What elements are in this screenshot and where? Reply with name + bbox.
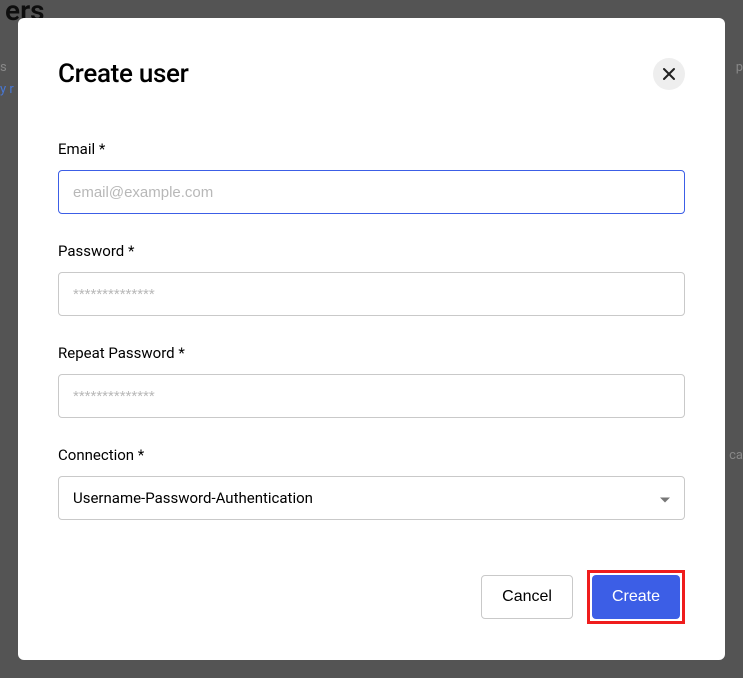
password-group: Password * <box>58 242 685 316</box>
repeat-password-label: Repeat Password * <box>58 344 685 362</box>
create-button[interactable]: Create <box>592 575 680 619</box>
email-group: Email * <box>58 140 685 214</box>
background-text-fragment: p <box>736 60 743 75</box>
close-icon <box>662 67 676 81</box>
background-text-fragment: y r <box>0 82 14 97</box>
password-field[interactable] <box>58 272 685 316</box>
connection-group: Connection * Username-Password-Authentic… <box>58 446 685 520</box>
background-text-fragment: ca <box>729 448 743 463</box>
background-text-fragment: s <box>0 60 7 75</box>
repeat-password-group: Repeat Password * <box>58 344 685 418</box>
modal-title: Create user <box>58 59 189 89</box>
create-user-modal: Create user Email * Password * Repeat Pa… <box>18 18 725 660</box>
password-label: Password * <box>58 242 685 260</box>
connection-select[interactable]: Username-Password-Authentication <box>58 476 685 520</box>
repeat-password-field[interactable] <box>58 374 685 418</box>
email-field[interactable] <box>58 170 685 214</box>
modal-footer: Cancel Create <box>58 570 685 624</box>
modal-header: Create user <box>58 58 685 90</box>
email-label: Email * <box>58 140 685 158</box>
connection-label: Connection * <box>58 446 685 464</box>
cancel-button[interactable]: Cancel <box>481 575 573 619</box>
connection-selected-value: Username-Password-Authentication <box>73 489 313 507</box>
close-button[interactable] <box>653 58 685 90</box>
create-button-highlight: Create <box>587 570 685 624</box>
